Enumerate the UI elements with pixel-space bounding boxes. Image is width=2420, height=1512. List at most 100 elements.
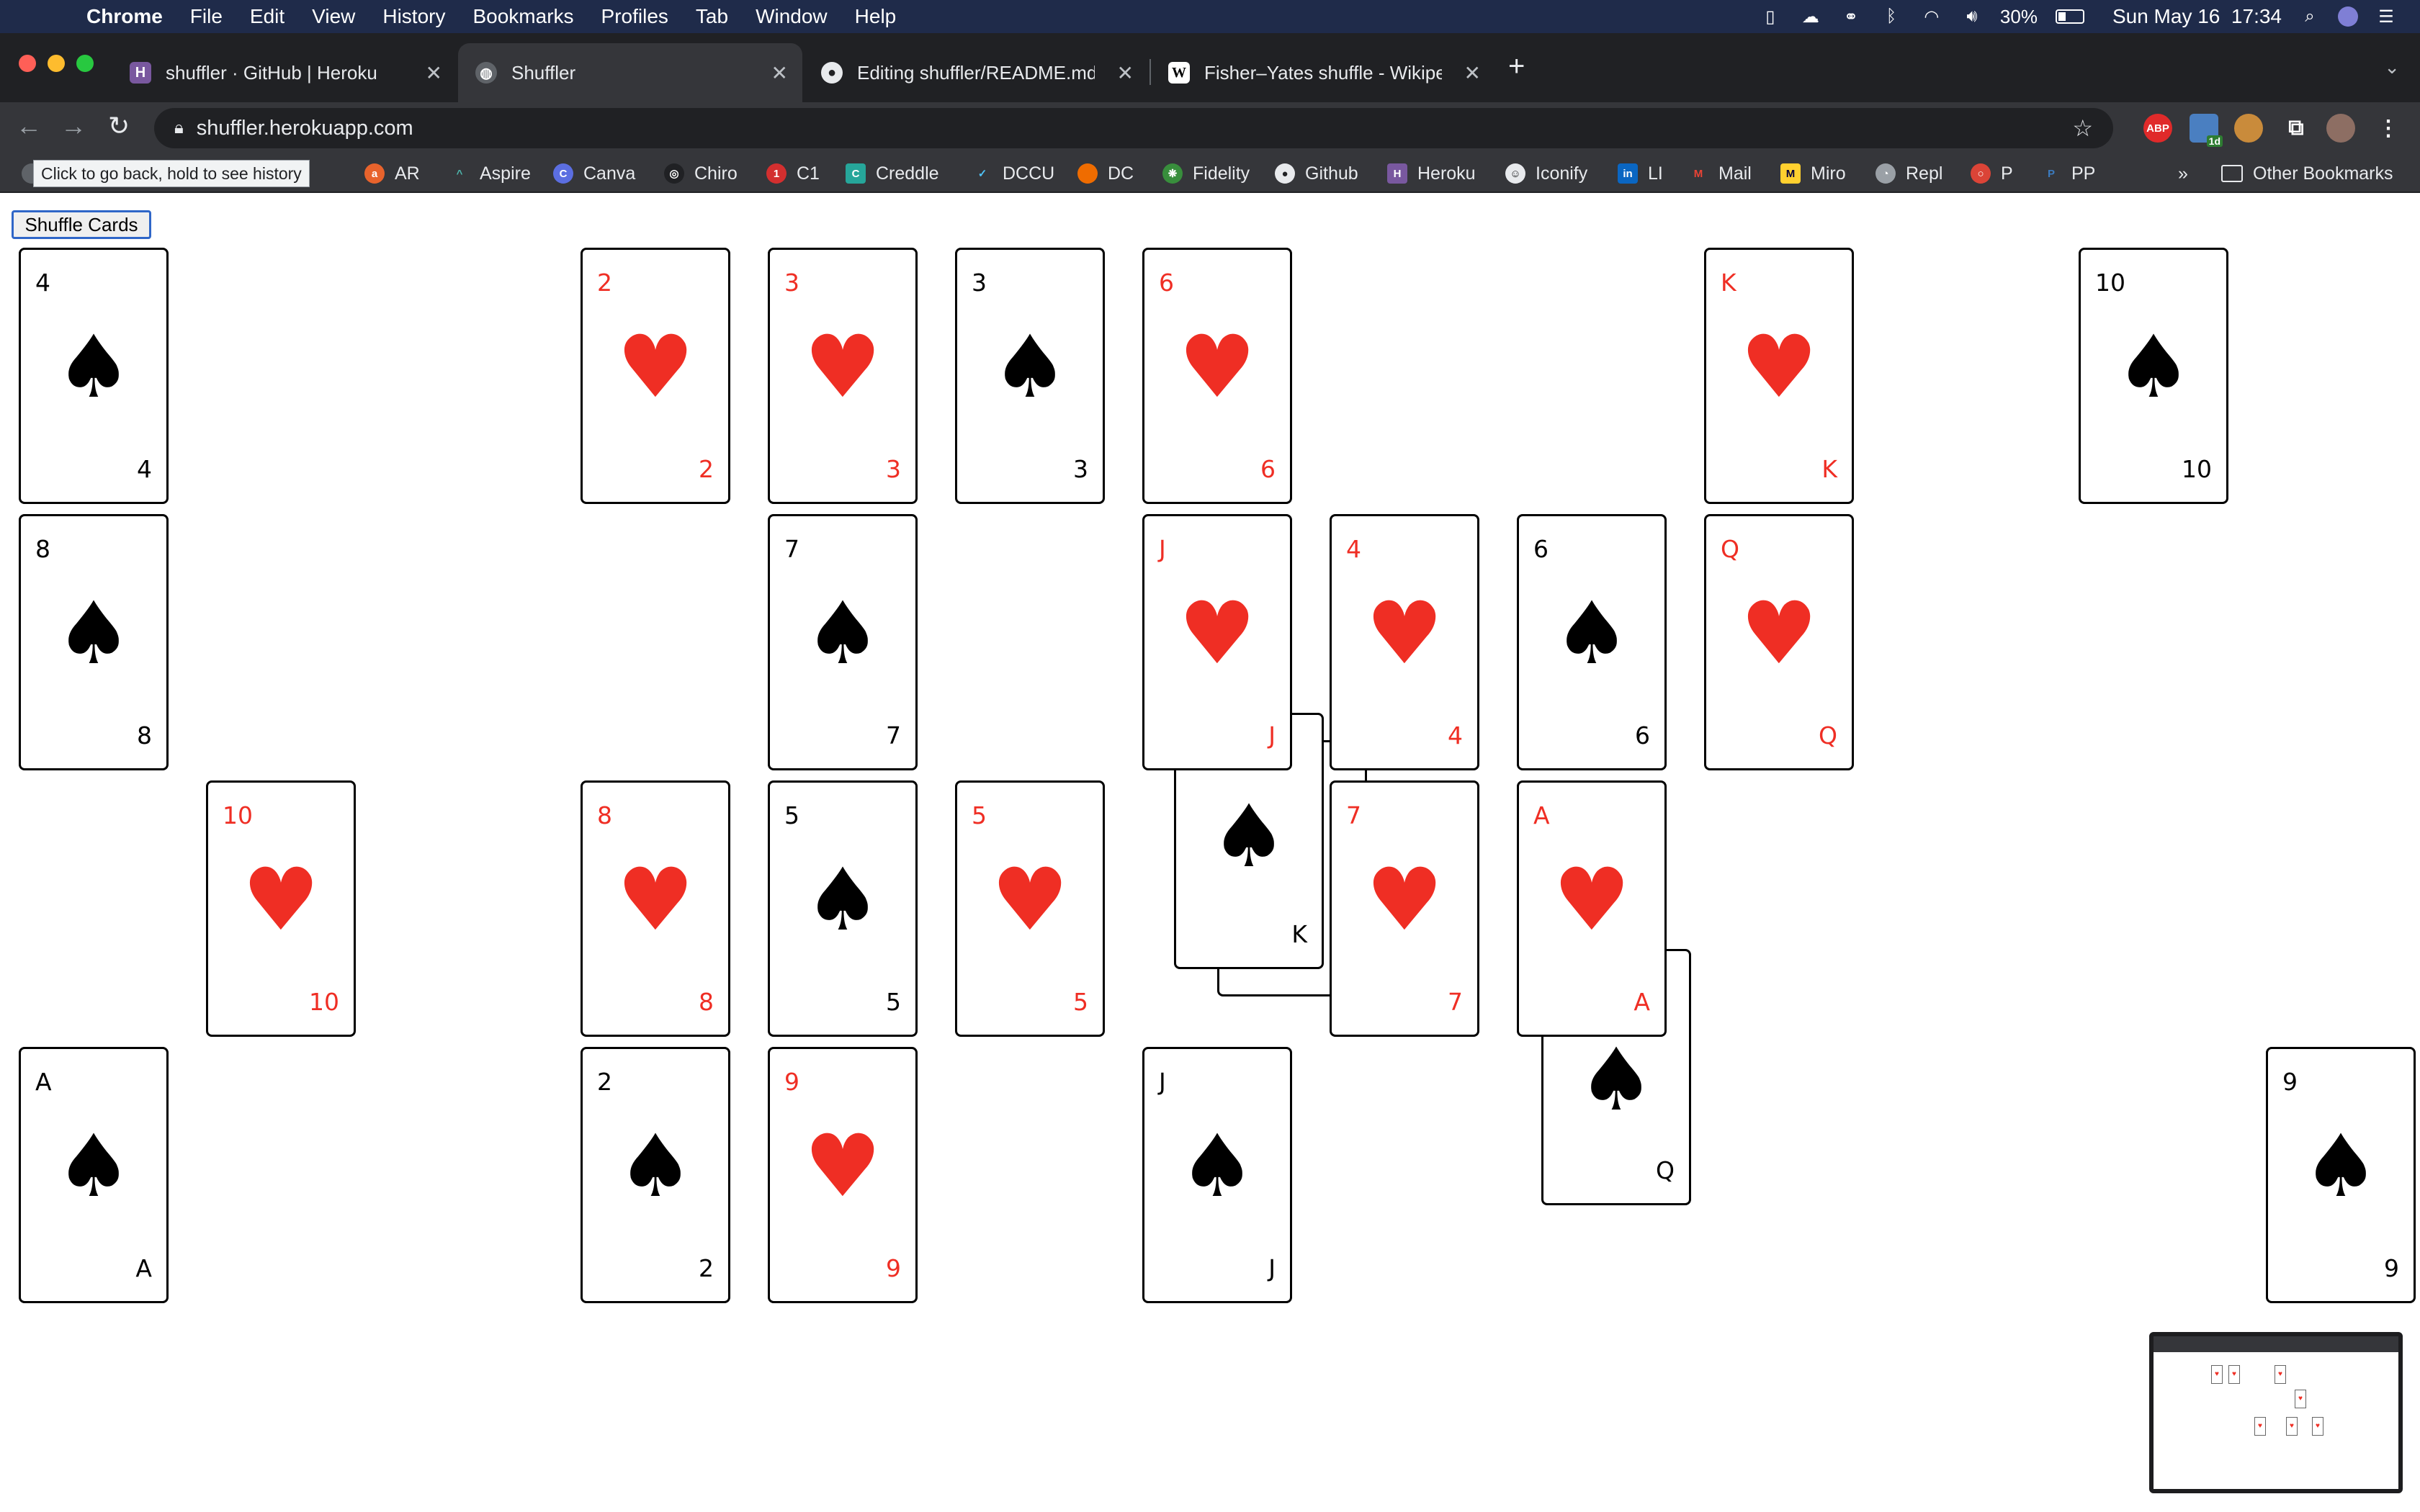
card-rank-bottom: J [1268,1254,1276,1282]
playing-card: K ♥ K [1704,248,1854,504]
clock[interactable]: Sun May 16 17:34 [2112,5,2282,28]
menu-file[interactable]: File [190,5,223,28]
bookmark-mail[interactable]: M Mail [1688,154,1752,193]
control-center-icon[interactable]: ☰ [2374,6,2398,27]
canva-icon: C [553,163,573,184]
card-rank-top: 2 [597,269,612,297]
close-tab-icon[interactable]: ✕ [426,61,442,85]
close-tab-icon[interactable]: ✕ [771,61,788,85]
card-rank-bottom: A [1634,988,1650,1016]
screenshot-thumbnail-preview[interactable]: ♥ ♥ ♥ ♥ ♥ ♥ ♥ [2149,1332,2403,1493]
card-rank-top: 6 [1159,269,1174,297]
new-tab-button[interactable]: + [1508,50,1525,83]
card-rank-top: 8 [35,535,50,563]
zoom-window-button[interactable] [76,55,94,72]
card-rank-bottom: Q [1819,721,1837,750]
bluetooth-icon[interactable]: ᛒ [1879,6,1904,27]
menu-help[interactable]: Help [855,5,897,28]
bookmark-chiro[interactable]: ◎ Chiro [664,154,738,193]
minimize-window-button[interactable] [48,55,65,72]
menu-edit[interactable]: Edit [250,5,284,28]
fidelity-icon: ❋ [1162,163,1183,184]
menu-profiles[interactable]: Profiles [601,5,668,28]
bookmark-repl[interactable]: ◔ Repl [1876,154,1942,193]
thumbnail-browser-bar [2154,1336,2398,1352]
address-bar[interactable]: 🔒︎ shuffler.herokuapp.com ☆ [154,108,2113,148]
calendar-extension-icon[interactable]: 1d [2190,114,2223,147]
card-suit-icon: ♥ [1178,318,1256,418]
wifi-icon[interactable]: ◠ [1919,6,1944,27]
bookmark-miro[interactable]: M Miro [1780,154,1846,193]
menu-tab[interactable]: Tab [696,5,728,28]
card-rank-top: 7 [784,535,799,563]
shuffle-cards-button[interactable]: Shuffle Cards [12,210,151,239]
macos-menu-bar: Chrome File Edit View History Bookmarks … [0,0,2420,33]
card-rank-top: A [35,1068,52,1096]
tab-wikipedia[interactable]: W Fisher–Yates shuffle - Wikipedi ✕ [1151,43,1495,102]
spotlight-icon[interactable]: ⌕ [2298,6,2322,27]
card-rank-top: Q [1721,535,1739,563]
bookmark-c1[interactable]: 1 C1 [766,154,820,193]
bookmark-dccu[interactable]: ✓ DCCU [972,154,1055,193]
phone-icon[interactable]: ▯ [1758,6,1783,27]
card-rank-top: 9 [2282,1068,2298,1096]
menu-app-name[interactable]: Chrome [86,5,163,28]
bookmark-pp[interactable]: P PP [2041,154,2095,193]
menu-bookmarks[interactable]: Bookmarks [472,5,573,28]
reload-icon[interactable]: ↻ [108,111,130,141]
url-text[interactable]: shuffler.herokuapp.com [197,117,413,140]
tab-heroku[interactable]: H shuffler · GitHub | Heroku ✕ [112,43,457,102]
bookmark-aspire[interactable]: ^ Aspire [449,154,531,193]
tab-search-icon[interactable]: ⌄ [2384,56,2400,78]
chrome-menu-icon[interactable]: ⋮ [2374,114,2403,143]
other-bookmarks[interactable]: Other Bookmarks [2221,154,2393,193]
bookmark-heroku[interactable]: H Heroku [1387,154,1476,193]
siri-icon[interactable] [2338,6,2358,27]
ar-icon: a [364,163,385,184]
card-suit-icon: ♠ [1553,584,1631,684]
profile-avatar[interactable] [2326,114,2355,143]
menu-history[interactable]: History [382,5,445,28]
bookmark-ar[interactable]: a AR [364,154,420,193]
playing-card: 5 ♥ 5 [955,780,1105,1037]
bookmark-canva[interactable]: C Canva [553,154,635,193]
bookmark-creddle[interactable]: C Creddle [846,154,939,193]
tab-github[interactable]: ● Editing shuffler/README.md at ✕ [804,43,1148,102]
card-rank-top: 6 [1533,535,1549,563]
playing-card: 10 ♥ 10 [206,780,356,1037]
close-window-button[interactable] [19,55,36,72]
menu-window[interactable]: Window [756,5,828,28]
adblock-plus-icon[interactable]: ABP [2143,114,2172,143]
forward-arrow-icon[interactable]: → [60,111,86,141]
page-content: Shuffle Cards Q♠Q K♠K 4♠4 2♥2 3♥3 3♠3 6♥… [0,193,2420,1512]
tab-strip: H shuffler · GitHub | Heroku ✕ ◍ Shuffle… [0,33,2420,102]
menu-view[interactable]: View [312,5,355,28]
bookmark-github[interactable]: ● Github [1275,154,1358,193]
cookie-extension-icon[interactable] [2234,114,2263,143]
back-arrow-icon[interactable]: ← [16,111,42,141]
thumbnail-card: ♥ [2254,1417,2266,1436]
github-icon: ● [1275,163,1295,184]
back-button-tooltip: Click to go back, hold to see history [33,160,310,187]
card-rank-bottom: 9 [2384,1254,2399,1282]
bookmark-dc[interactable]: DC [1077,154,1134,193]
tab-shuffler[interactable]: ◍ Shuffler ✕ [458,43,802,102]
cloud-app-icon[interactable]: ☁ [1798,6,1823,27]
bookmark-li[interactable]: in LI [1618,154,1663,193]
close-tab-icon[interactable]: ✕ [1464,61,1481,85]
card-suit-icon: ♠ [55,1117,133,1217]
lock-icon[interactable]: 🔒︎ [174,118,184,138]
bookmark-fidelity[interactable]: ❋ Fidelity [1162,154,1250,193]
bookmark-star-icon[interactable]: ☆ [2072,114,2093,142]
close-tab-icon[interactable]: ✕ [1117,61,1134,85]
chrome-icon: ○ [1971,163,1991,184]
playing-card: 7 ♥ 7 [1330,780,1479,1037]
extensions-puzzle-icon[interactable]: ⧉ [2282,114,2311,143]
playing-card: J ♠ J [1142,1047,1292,1303]
bookmark-iconify[interactable]: ☺ Iconify [1505,154,1587,193]
glasses-icon[interactable]: ⚭ [1839,6,1863,27]
volume-icon[interactable]: 🔊︎ [1960,6,1984,27]
battery-icon[interactable] [2053,6,2087,27]
bookmark-p[interactable]: ○ P [1971,154,2013,193]
bookmarks-overflow-button[interactable]: » [2178,154,2188,193]
